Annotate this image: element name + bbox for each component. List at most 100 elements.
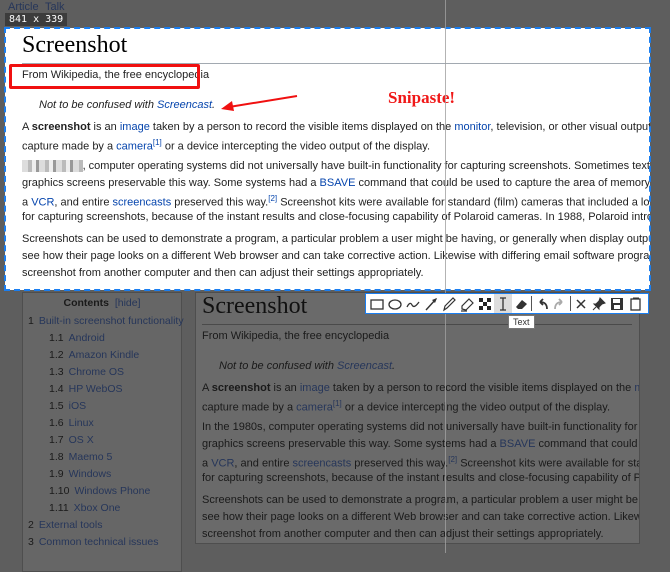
paragraph-line: Screenshots can be used to demonstrate a…	[202, 494, 639, 506]
wiki-tabs: Article Talk	[0, 0, 670, 28]
toc-label: Amazon Kindle	[68, 349, 140, 361]
article-link[interactable]: BSAVE	[500, 438, 536, 450]
toc-item[interactable]: 3 Common technical issues	[28, 536, 158, 548]
tooltip: Text	[508, 315, 535, 329]
rectangle-button[interactable]	[368, 294, 386, 313]
article-link[interactable]: image	[300, 382, 330, 394]
toc-item[interactable]: 1.7 OS X	[49, 434, 94, 446]
pencil-icon	[443, 296, 456, 311]
toc-number: 1.1	[49, 332, 64, 344]
hatnote-text: Not to be confused with	[219, 360, 338, 372]
text: preserved this way.	[351, 457, 449, 470]
copy-button[interactable]	[626, 294, 644, 313]
toc-number: 1.11	[49, 502, 69, 514]
crosshair-line	[445, 0, 446, 553]
toolbar-separator	[570, 296, 571, 311]
toc-label: Android	[68, 332, 105, 344]
redo-button[interactable]	[551, 294, 569, 313]
toc-item[interactable]: 1.4 HP WebOS	[49, 383, 123, 395]
arrow-button[interactable]	[422, 294, 440, 313]
toc-item[interactable]: 1.11 Xbox One	[49, 502, 120, 514]
toc-item[interactable]: 1 Built-in screenshot functionality	[28, 315, 184, 327]
background-article: Screenshot From Wikipedia, the free encyc…	[195, 292, 640, 544]
text: taken by a person to record the visible …	[329, 382, 635, 394]
toc-hide-link[interactable]: [hide]	[115, 297, 141, 309]
text-button[interactable]	[494, 294, 512, 313]
red-rectangle-annotation[interactable]	[9, 64, 200, 89]
polyline-button[interactable]	[404, 294, 422, 313]
article-link[interactable]: screencasts	[293, 458, 352, 470]
red-arrow-annotation[interactable]	[215, 92, 305, 114]
undo-icon	[539, 297, 548, 309]
screencast-link[interactable]: Screencast	[337, 360, 392, 372]
toc-item[interactable]: 1.1 Android	[49, 332, 105, 344]
toc-number: 1.7	[49, 434, 64, 446]
text: graphics screens preservable this way. S…	[202, 438, 500, 450]
tab-talk[interactable]: Talk	[45, 1, 65, 13]
toc-item[interactable]: 2 External tools	[28, 519, 102, 531]
rectangle-icon	[370, 298, 384, 310]
citation[interactable]: [2]	[448, 455, 457, 464]
toc-number: 1	[28, 315, 34, 327]
marker-button[interactable]	[458, 294, 476, 313]
toc-title: Contents	[63, 297, 109, 309]
toc-label: Common technical issues	[38, 536, 159, 548]
toc-item[interactable]: 1.5 iOS	[49, 400, 86, 412]
hatnote: Not to be confused with Screencast.	[219, 360, 395, 372]
toc-label: Chrome OS	[68, 366, 125, 378]
snipaste-toolbar	[365, 293, 649, 314]
hatnote-suffix: .	[392, 360, 396, 372]
toc-number: 1.3	[49, 366, 64, 378]
text: command that could be used to capture th…	[538, 438, 639, 450]
toc-label: Maemo 5	[68, 451, 113, 463]
toc-item[interactable]: 1.8 Maemo 5	[49, 451, 112, 463]
text: , and entire	[234, 457, 293, 470]
text: or a device intercepting the video outpu…	[341, 401, 611, 414]
toc-label: Windows	[68, 468, 112, 480]
article-link[interactable]: monitor	[634, 382, 639, 394]
arrow-icon	[425, 297, 437, 310]
mosaic-button[interactable]	[476, 294, 494, 313]
ellipse-button[interactable]	[386, 294, 404, 313]
toc-number: 1.8	[49, 451, 64, 463]
undo-button[interactable]	[533, 294, 551, 313]
toc-number: 1.10	[49, 485, 70, 497]
pin-button[interactable]	[590, 294, 608, 313]
paragraph-line: In the 1980s, computer operating systems…	[202, 421, 639, 433]
toc-number: 1.9	[49, 468, 64, 480]
toc-label: Built-in screenshot functionality	[38, 315, 184, 327]
toc-label: OS X	[68, 434, 94, 446]
text: screenshot from another computer and the…	[202, 528, 604, 540]
text: Screenshot kits were available for stand…	[460, 457, 639, 470]
article-title: Screenshot	[202, 293, 308, 319]
paragraph-line: A screenshot is an image taken by a pers…	[202, 382, 639, 394]
tab-article[interactable]: Article	[8, 1, 39, 13]
pencil-button[interactable]	[440, 294, 458, 313]
save-button[interactable]	[608, 294, 626, 313]
close-button[interactable]	[572, 294, 590, 313]
text: is an	[270, 382, 300, 394]
text: a	[202, 457, 212, 470]
eraser-button[interactable]	[512, 294, 530, 313]
text-icon	[500, 296, 506, 311]
toc-label: External tools	[38, 519, 103, 531]
text: see how their page looks on a different …	[202, 511, 639, 523]
toc-number: 2	[28, 519, 34, 531]
article-link[interactable]: VCR	[211, 458, 234, 470]
toc-label: Windows Phone	[74, 485, 151, 497]
toc-number: 1.4	[49, 383, 64, 395]
eraser-icon	[516, 299, 527, 309]
paragraph-line: capture made by a camera[1] or a device …	[202, 399, 610, 414]
citation[interactable]: [1]	[333, 399, 342, 408]
toc-item[interactable]: 1.6 Linux	[49, 417, 94, 429]
copy-icon	[630, 297, 641, 311]
toc-item[interactable]: 1.10 Windows Phone	[49, 485, 150, 497]
toolbar-separator	[531, 296, 532, 311]
toc-header: Contents [hide]	[23, 297, 181, 309]
toc-item[interactable]: 1.3 Chrome OS	[49, 366, 124, 378]
toc-label: Linux	[68, 417, 94, 429]
polyline-icon	[406, 301, 420, 307]
article-link[interactable]: camera	[296, 402, 333, 414]
toc-item[interactable]: 1.9 Windows	[49, 468, 111, 480]
toc-item[interactable]: 1.2 Amazon Kindle	[49, 349, 139, 361]
